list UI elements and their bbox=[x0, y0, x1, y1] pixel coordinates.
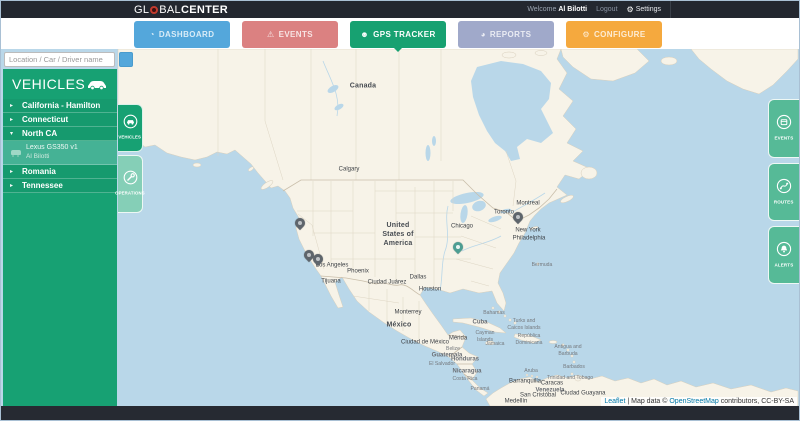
bottom-bar bbox=[1, 406, 799, 420]
item-label: Lexus GS350 v1 bbox=[26, 144, 78, 152]
expand-arrow-icon: ▸ bbox=[10, 116, 14, 123]
map-canvas[interactable] bbox=[1, 49, 800, 406]
car-circle-icon bbox=[123, 114, 137, 129]
osm-link[interactable]: OpenStreetMap bbox=[669, 398, 718, 405]
nav-tab[interactable]: DASHBOARD bbox=[134, 21, 230, 48]
list-item[interactable]: ▸ Tennessee bbox=[3, 179, 117, 193]
gps-tracker-app: Canada Calgary United States of America … bbox=[0, 0, 800, 421]
warning-triangle-icon bbox=[267, 31, 275, 39]
right-tab-events-label: EVENTS bbox=[774, 135, 794, 141]
sidebar-tab-operations-label: OPERATIONS bbox=[115, 190, 145, 196]
nav-tab[interactable]: GPS TRACKER bbox=[350, 21, 446, 52]
gauge-icon bbox=[150, 31, 155, 39]
expand-arrow-icon: ▸ bbox=[10, 102, 14, 109]
wrench-circle-icon bbox=[123, 170, 137, 185]
username: Al Bilotti bbox=[558, 6, 588, 13]
expand-arrow-icon: ▾ bbox=[10, 130, 14, 137]
calendar-circle-icon bbox=[776, 114, 792, 130]
leaflet-link[interactable]: Leaflet bbox=[604, 398, 625, 405]
item-label: Romania bbox=[22, 166, 56, 176]
header-divider bbox=[670, 1, 671, 18]
logo-text-3: CENTER bbox=[180, 3, 229, 16]
right-tab-alerts[interactable]: ALERTS bbox=[768, 226, 799, 284]
person-pin-icon bbox=[360, 31, 369, 39]
item-sublabel: Al Bilotti bbox=[26, 152, 50, 160]
top-header-bar: GL BAL CENTER Welcome Al Bilotti Logout ⚙ S… bbox=[1, 1, 799, 18]
nav-tab[interactable]: EVENTS bbox=[242, 21, 338, 48]
vehicles-panel: VEHICLES ▸ California - Hamilton ▸ Conne… bbox=[3, 69, 117, 406]
right-tab-events[interactable]: EVENTS bbox=[768, 99, 799, 158]
vehicles-panel-header: VEHICLES bbox=[3, 69, 117, 99]
item-label: California - Hamilton bbox=[22, 100, 101, 110]
right-tab-routes[interactable]: ROUTES bbox=[768, 163, 799, 221]
vehicle-car-icon bbox=[11, 150, 21, 157]
sidebar-tab-operations[interactable]: OPERATIONS bbox=[115, 155, 145, 213]
search-go-button[interactable] bbox=[119, 52, 133, 67]
wrench-icon bbox=[582, 31, 590, 39]
panel-title: VEHICLES bbox=[12, 76, 86, 92]
attribution-text: | Map data © bbox=[625, 398, 670, 405]
expand-arrow-icon: ▸ bbox=[10, 168, 14, 175]
route-circle-icon bbox=[776, 178, 792, 193]
item-label: North CA bbox=[22, 128, 58, 138]
list-item[interactable]: ▸ California - Hamilton bbox=[3, 99, 117, 113]
nav-tab-label: REPORTS bbox=[489, 30, 532, 39]
wrench-icon: ⚙ bbox=[626, 5, 634, 14]
welcome-text: Welcome Al Bilotti bbox=[527, 6, 588, 13]
sidebar-tab-vehicles[interactable]: VEHICLES bbox=[118, 104, 143, 152]
nav-tab-label: CONFIGURE bbox=[593, 30, 646, 39]
map-attribution: Leaflet | Map data © OpenStreetMap contr… bbox=[601, 397, 797, 406]
right-tab-alerts-label: ALERTS bbox=[774, 262, 794, 267]
list-item[interactable]: ▸ Romania bbox=[3, 165, 117, 179]
globe-icon bbox=[150, 5, 159, 14]
nav-tab[interactable]: REPORTS bbox=[458, 21, 554, 48]
item-label: Tennessee bbox=[22, 180, 63, 190]
list-item[interactable]: ▸ Connecticut bbox=[3, 113, 117, 127]
nav-tab-label: DASHBOARD bbox=[158, 30, 215, 39]
list-item[interactable]: Lexus GS350 v1 Al Bilotti bbox=[3, 141, 117, 165]
item-label: Connecticut bbox=[22, 114, 69, 124]
logo-text-2: BAL bbox=[159, 3, 181, 16]
search-input[interactable] bbox=[4, 52, 115, 67]
logout-link[interactable]: Logout bbox=[596, 6, 617, 13]
pie-chart-icon bbox=[481, 31, 486, 39]
app-logo: GL BAL CENTER bbox=[134, 1, 228, 18]
attribution-suffix: contributors, CC-BY-SA bbox=[718, 398, 794, 405]
settings-button[interactable]: ⚙ Settings bbox=[627, 5, 661, 14]
main-nav: DASHBOARD EVENTS GPS TRACKER REPORTS CON… bbox=[1, 18, 799, 52]
expand-arrow-icon: ▸ bbox=[10, 182, 14, 189]
nav-tab-label: EVENTS bbox=[278, 30, 313, 39]
list-item[interactable]: ▾ North CA bbox=[3, 127, 117, 141]
car-icon bbox=[88, 81, 106, 90]
bell-circle-icon bbox=[776, 241, 792, 256]
right-tab-routes-label: ROUTES bbox=[774, 199, 794, 204]
nav-tab-label: GPS TRACKER bbox=[373, 30, 436, 39]
nav-tab[interactable]: CONFIGURE bbox=[566, 21, 662, 48]
sidebar-tab-vehicles-label: VEHICLES bbox=[118, 134, 142, 140]
vehicle-groups-list: ▸ California - Hamilton ▸ Connecticut ▾ … bbox=[3, 99, 117, 193]
logo-text-1: GL bbox=[134, 3, 150, 16]
